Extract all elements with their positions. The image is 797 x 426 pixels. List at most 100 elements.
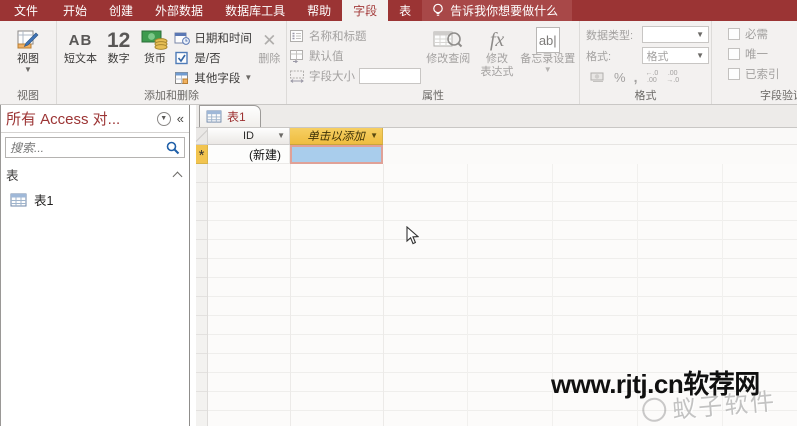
indexed-checkbox[interactable] (728, 68, 740, 80)
more-fields-button[interactable]: 其他字段 ▼ (174, 68, 252, 88)
record-selector-column (196, 164, 208, 426)
yes-no-button[interactable]: 是/否 (174, 48, 252, 68)
views-group-label: 视图 (0, 87, 56, 103)
short-text-label: 短文本 (64, 53, 97, 66)
chevron-down-icon[interactable]: ▼ (370, 132, 378, 140)
navigation-pane: 所有 Access 对... ▼ « 表 表1 (0, 105, 190, 426)
nav-section-tables[interactable]: 表 (1, 160, 189, 187)
tab-external-data[interactable]: 外部数据 (144, 0, 214, 21)
design-view-icon (16, 27, 40, 53)
required-checkbox[interactable] (728, 28, 740, 40)
short-text-button[interactable]: AB 短文本 (59, 24, 102, 88)
table-icon (206, 110, 222, 123)
nav-item-table1[interactable]: 表1 (1, 187, 189, 212)
tell-me-box[interactable]: 告诉我你想要做什么 (422, 0, 572, 21)
name-caption-icon (289, 29, 305, 43)
currency-button[interactable]: 货币 (135, 24, 174, 88)
unique-checkbox-row[interactable]: 唯一 (728, 44, 797, 64)
field-size-button[interactable]: 字段大小 (289, 66, 421, 86)
nav-menu-icon[interactable]: ▼ (157, 112, 171, 126)
number-icon: 12 (107, 27, 130, 53)
calendar-clock-icon (174, 31, 190, 45)
chevron-down-icon: ▼ (544, 66, 552, 74)
document-tab-strip: 表1 (196, 105, 797, 128)
format-dropdown-value: 格式 (647, 48, 669, 64)
default-value-button[interactable]: 默认值 (289, 46, 421, 66)
default-value-label: 默认值 (309, 48, 344, 64)
data-type-dropdown[interactable]: ▼ (642, 26, 709, 43)
delete-button[interactable]: ✕ 删除 (255, 24, 284, 88)
document-tab-table1[interactable]: 表1 (199, 105, 261, 127)
search-input[interactable] (6, 141, 165, 155)
document-tab-label: 表1 (227, 108, 246, 125)
shutter-bar-close-icon[interactable]: « (177, 111, 184, 126)
tab-fields-active[interactable]: 字段 (342, 0, 388, 21)
increase-decimals-icon[interactable]: ←.0 .00 (645, 70, 658, 84)
access-window: { "tabbar": { "tabs": ["文件", "开始", "创建",… (0, 0, 797, 426)
comma-icon[interactable]: , (634, 69, 638, 85)
tab-file[interactable]: 文件 (0, 0, 52, 21)
nav-search-box (5, 137, 185, 158)
search-icon[interactable] (165, 140, 181, 156)
column-divider (383, 164, 384, 426)
ribbon-group-add-delete: AB 短文本 12 数字 货币 (57, 21, 287, 104)
percent-icon[interactable]: % (614, 70, 626, 85)
required-label: 必需 (745, 26, 768, 42)
new-record-id-value: (新建) (249, 146, 281, 163)
memo-settings-icon: ab| (536, 27, 560, 53)
unique-checkbox[interactable] (728, 48, 740, 60)
name-caption-label: 名称和标题 (309, 28, 367, 44)
field-size-input[interactable] (359, 68, 421, 84)
header-filler (383, 128, 797, 145)
number-button[interactable]: 12 数字 (102, 24, 135, 88)
required-checkbox-row[interactable]: 必需 (728, 24, 797, 44)
datasheet-header-row: ID ▼ 单击以添加 ▼ (196, 128, 797, 145)
modify-lookups-label: 修改查阅 (426, 53, 470, 66)
name-caption-button[interactable]: 名称和标题 (289, 26, 421, 46)
tab-help[interactable]: 帮助 (296, 0, 342, 21)
tab-table[interactable]: 表 (388, 0, 422, 21)
column-header-id-label: ID (243, 130, 254, 142)
memo-settings-button[interactable]: ab| 备忘录设置 ▼ (519, 24, 578, 88)
date-time-label: 日期和时间 (194, 30, 252, 46)
chevron-down-icon: ▼ (696, 52, 704, 60)
tab-create[interactable]: 创建 (98, 0, 144, 21)
tab-home[interactable]: 开始 (52, 0, 98, 21)
column-header-id[interactable]: ID ▼ (208, 128, 290, 145)
mouse-cursor (406, 226, 419, 245)
modify-lookups-button[interactable]: 修改查阅 (421, 24, 476, 88)
new-record-id-cell[interactable]: (新建) (208, 145, 290, 164)
date-time-button[interactable]: 日期和时间 (174, 28, 252, 48)
indexed-checkbox-row[interactable]: 已索引 (728, 64, 797, 84)
nav-item-table1-label: 表1 (34, 190, 53, 209)
field-validation-group-label: 字段验证 (712, 87, 797, 103)
chevron-up-icon (173, 171, 183, 181)
new-record-selector[interactable]: * (196, 145, 208, 164)
nav-pane-header[interactable]: 所有 Access 对... ▼ « (1, 105, 189, 133)
column-header-click-to-add[interactable]: 单击以添加 ▼ (290, 128, 383, 145)
tell-me-label: 告诉我你想要做什么 (450, 2, 558, 19)
nav-pane-title: 所有 Access 对... (6, 108, 157, 129)
checkbox-icon (174, 51, 190, 65)
chevron-down-icon[interactable]: ▼ (277, 132, 285, 140)
currency-icon (141, 27, 169, 53)
add-delete-group-label: 添加和删除 (57, 87, 286, 103)
short-text-icon: AB (69, 27, 93, 53)
unique-label: 唯一 (745, 46, 768, 62)
selected-cell[interactable] (290, 145, 383, 164)
decrease-decimals-icon[interactable]: .00 →.0 (666, 70, 679, 84)
format-dropdown[interactable]: 格式 ▼ (642, 47, 709, 64)
currency-label: 货币 (144, 53, 166, 66)
view-button[interactable]: 视图 ▼ (2, 24, 54, 88)
site-watermark: www.rjtj.cn软荐网 (551, 364, 760, 401)
fx-icon: fx (490, 27, 504, 53)
apply-currency-icon[interactable] (590, 71, 606, 83)
ribbon-group-properties: 名称和标题 默认值 字段大小 (287, 21, 580, 104)
select-all-corner[interactable] (196, 128, 208, 145)
chevron-down-icon: ▼ (696, 31, 704, 39)
tab-database-tools[interactable]: 数据库工具 (214, 0, 296, 21)
ribbon-group-field-validation: 必需 唯一 已索引 字段验证 (712, 21, 797, 104)
column-divider (290, 164, 291, 426)
more-fields-label: 其他字段 (194, 70, 240, 86)
modify-expression-button[interactable]: fx 修改 表达式 (476, 24, 519, 88)
